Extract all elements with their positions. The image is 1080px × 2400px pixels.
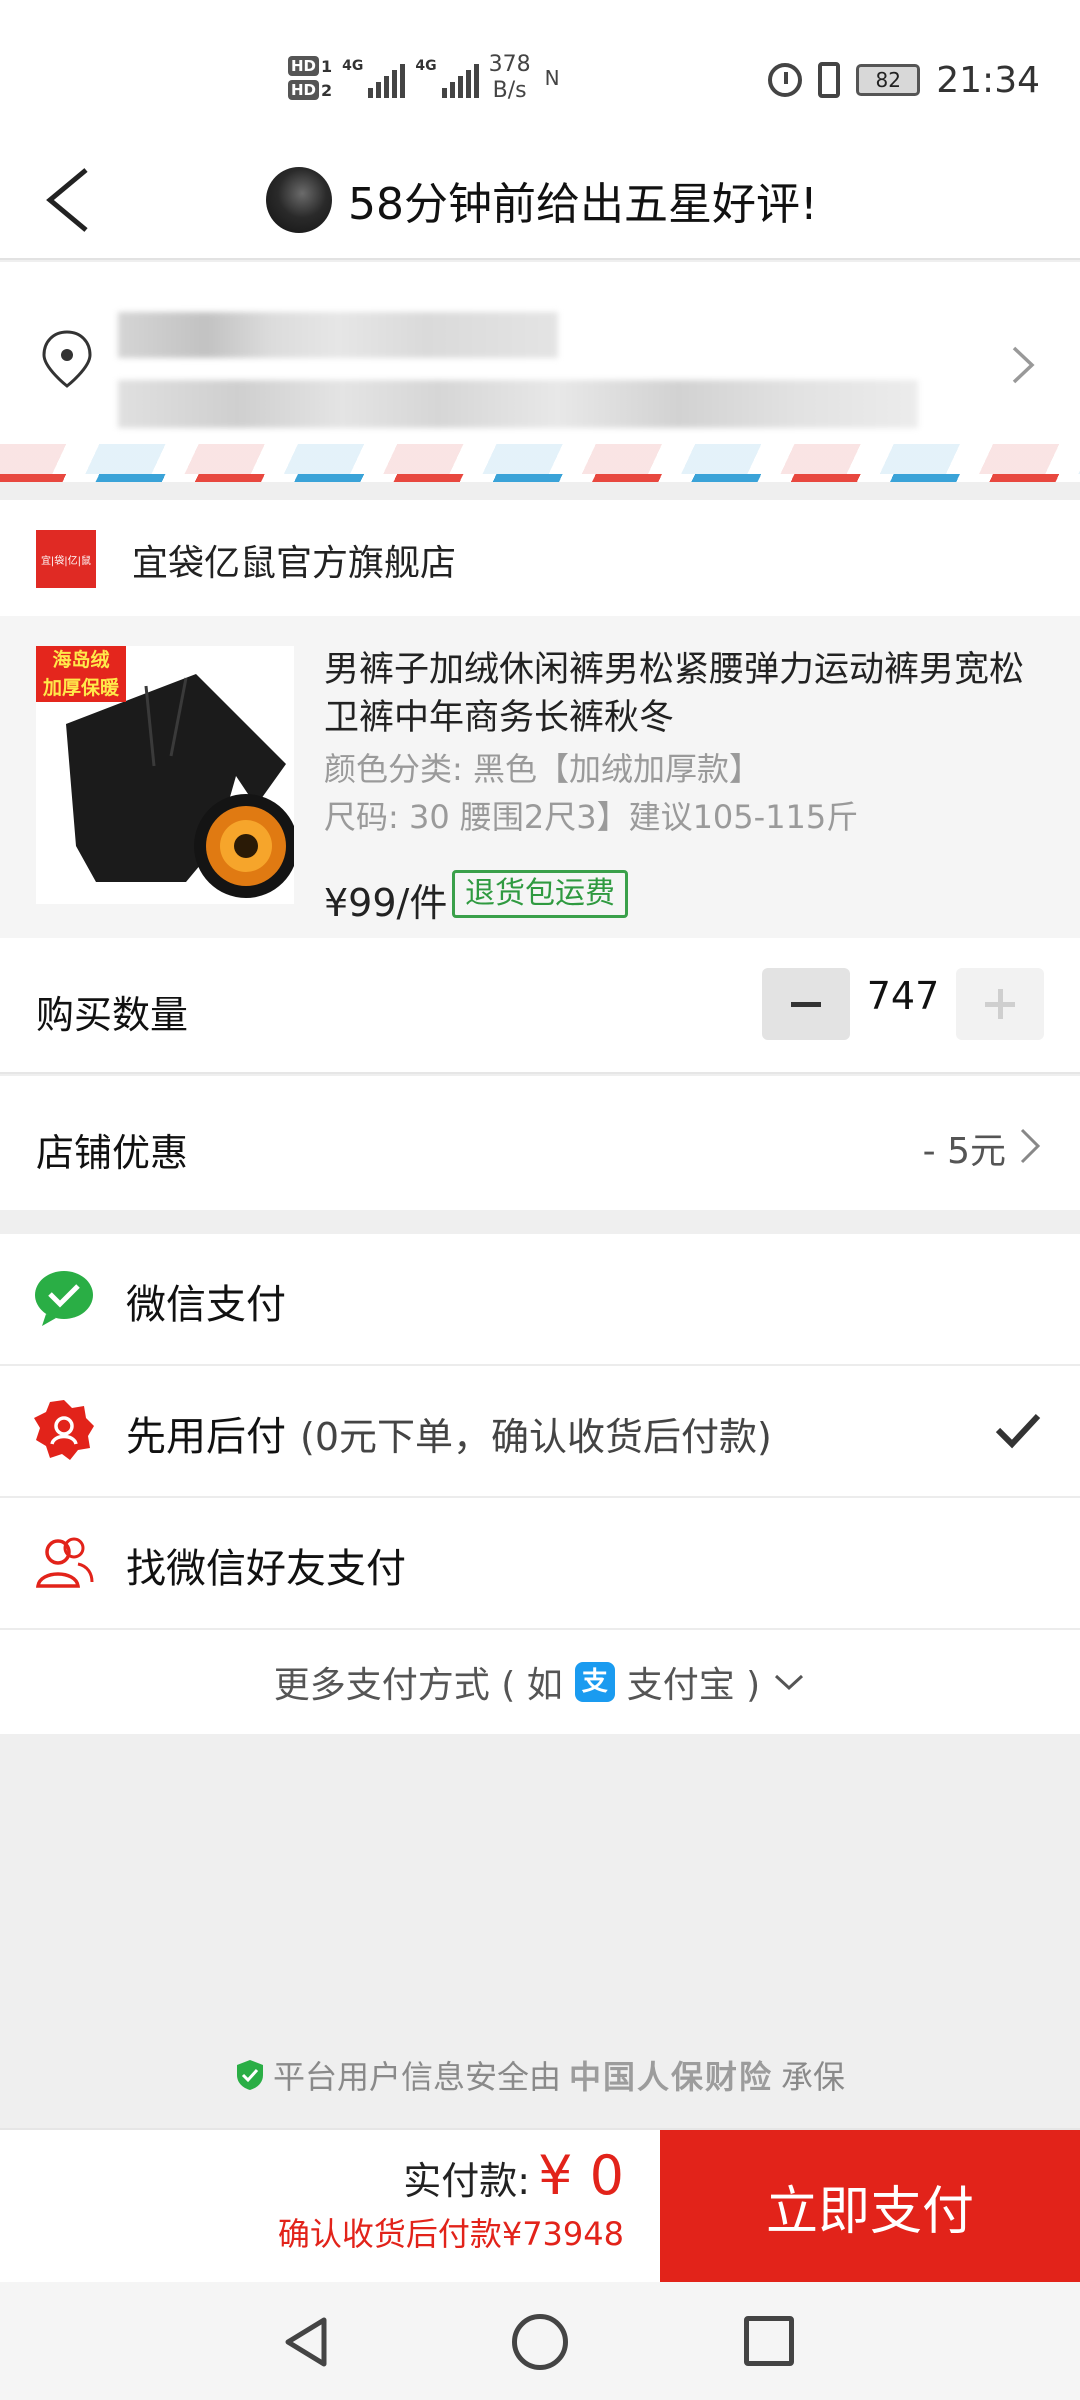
page-title: 58分钟前给出五星好评! — [348, 179, 818, 230]
nfc-icon: N — [544, 66, 560, 90]
friends-icon — [36, 1537, 94, 1588]
checkmark-icon — [995, 1413, 1041, 1449]
friend-pay-label: 找微信好友支付 — [126, 1546, 406, 1592]
address-card[interactable] — [0, 262, 1080, 482]
checkout-bar: 实付款: ¥ 0 确认收货后付款¥73948 立即支付 — [0, 2128, 1080, 2282]
insurance-note: 平台用户信息安全由 中国人保财险 承保 — [0, 2050, 1080, 2100]
system-nav-bar — [0, 2282, 1080, 2400]
signal-icon-2: 4G — [415, 58, 479, 98]
pay-later-label: 先用后付 (0元下单，确认收货后付款) — [126, 1414, 772, 1460]
address-name-redacted — [118, 312, 558, 358]
quantity-decrease-button[interactable] — [762, 968, 850, 1040]
chevron-right-icon — [1012, 346, 1035, 384]
more-pay-prefix: 更多支付方式 ( 如 — [273, 1665, 563, 1706]
payment-option-wechat[interactable]: 微信支付 — [0, 1234, 1080, 1366]
sim2-indicator: HD 2 — [288, 80, 332, 100]
payment-methods: 微信支付 先用后付 (0元下单，确认收货后付款) 找微信好友支付 更多支付方式 (… — [0, 1234, 1080, 1734]
store-row[interactable]: 宜|袋|亿|鼠 宜袋亿鼠官方旗舰店 — [0, 500, 1080, 616]
payment-option-paylater[interactable]: 先用后付 (0元下单，确认收货后付款) — [0, 1366, 1080, 1498]
sim-indicators: HD 1 HD 2 — [288, 56, 332, 100]
signal-icon: 4G — [342, 58, 406, 98]
wechat-pay-label: 微信支付 — [126, 1282, 286, 1328]
status-bar: HD 1 HD 2 4G 4G 378 B/s N 82 21:34 — [0, 0, 1080, 140]
pay-later-note: (0元下单，确认收货后付款) — [300, 1415, 772, 1459]
location-pin-icon — [42, 330, 92, 388]
coupon-label: 店铺优惠 — [36, 1131, 189, 1175]
sim1-indicator: HD 1 — [288, 56, 332, 76]
alipay-icon: 支 — [574, 1662, 615, 1702]
product-title: 男裤子加绒休闲裤男松紧腰弹力运动裤男宽松卫裤中年商务长裤秋冬 — [324, 650, 1025, 738]
quantity-label: 购买数量 — [36, 993, 189, 1037]
clock: 21:34 — [936, 59, 1040, 101]
more-payment-methods[interactable]: 更多支付方式 ( 如 支 支付宝 ) — [0, 1630, 1080, 1734]
payment-option-friend[interactable]: 找微信好友支付 — [0, 1498, 1080, 1630]
battery-icon: 82 — [856, 64, 921, 96]
wechat-pay-icon — [35, 1271, 93, 1326]
product-card[interactable]: 海岛绒 加厚保暖 男裤子加绒休闲裤男松紧腰弹力运动裤男宽松卫裤中年商务长裤秋冬 … — [0, 616, 1080, 938]
product-badge: 海岛绒 加厚保暖 — [36, 646, 126, 702]
coupon-value: - 5元 — [922, 1131, 1006, 1172]
nav-back-icon[interactable] — [280, 2314, 336, 2370]
store-coupon-row[interactable]: 店铺优惠 - 5元 — [0, 1076, 1080, 1210]
status-left: HD 1 HD 2 4G 4G 378 B/s N — [288, 48, 560, 108]
product-price: ¥99/件 — [324, 881, 448, 925]
nav-home-icon[interactable] — [512, 2314, 568, 2370]
store-logo: 宜|袋|亿|鼠 — [36, 530, 96, 588]
nav-recents-icon[interactable] — [744, 2316, 794, 2366]
avatar — [266, 167, 332, 233]
back-icon[interactable] — [36, 160, 116, 240]
chevron-right-icon — [1020, 1128, 1041, 1164]
envelope-stripe-fade — [0, 444, 1080, 474]
status-right: 82 21:34 — [768, 52, 1040, 108]
total-label: 实付款: — [403, 2159, 531, 2203]
chevron-down-icon — [775, 1674, 804, 1691]
address-detail-redacted — [118, 380, 918, 428]
envelope-stripe — [0, 474, 1080, 482]
header-center: 58分钟前给出五星好评! — [266, 154, 818, 246]
vibrate-icon — [818, 62, 841, 98]
product-spec-size: 尺码: 30 腰围2尺3】建议105-115斤 — [324, 798, 859, 836]
store-name: 宜袋亿鼠官方旗舰店 — [132, 543, 457, 584]
return-shipping-tag: 退货包运费 — [452, 870, 628, 918]
pay-now-button[interactable]: 立即支付 — [660, 2130, 1080, 2282]
shield-check-icon — [236, 2060, 263, 2090]
payment-summary: 实付款: ¥ 0 确认收货后付款¥73948 — [278, 2144, 624, 2255]
total-value: ¥ 0 — [538, 2144, 624, 2207]
quantity-increase-button[interactable] — [956, 968, 1044, 1040]
alarm-icon — [768, 63, 803, 97]
header: 58分钟前给出五星好评! — [0, 140, 1080, 260]
quantity-row: 购买数量 747 — [0, 938, 1080, 1074]
alipay-label: 支付宝 ) — [626, 1665, 761, 1706]
product-image: 海岛绒 加厚保暖 — [36, 646, 294, 904]
pay-later-amount: 确认收货后付款¥73948 — [277, 2215, 624, 2253]
network-speed: 378 B/s — [488, 52, 531, 103]
pay-later-badge-icon — [34, 1400, 94, 1460]
product-spec-color: 颜色分类: 黑色【加绒加厚款】 — [324, 750, 761, 788]
quantity-value[interactable]: 747 — [850, 974, 956, 1018]
